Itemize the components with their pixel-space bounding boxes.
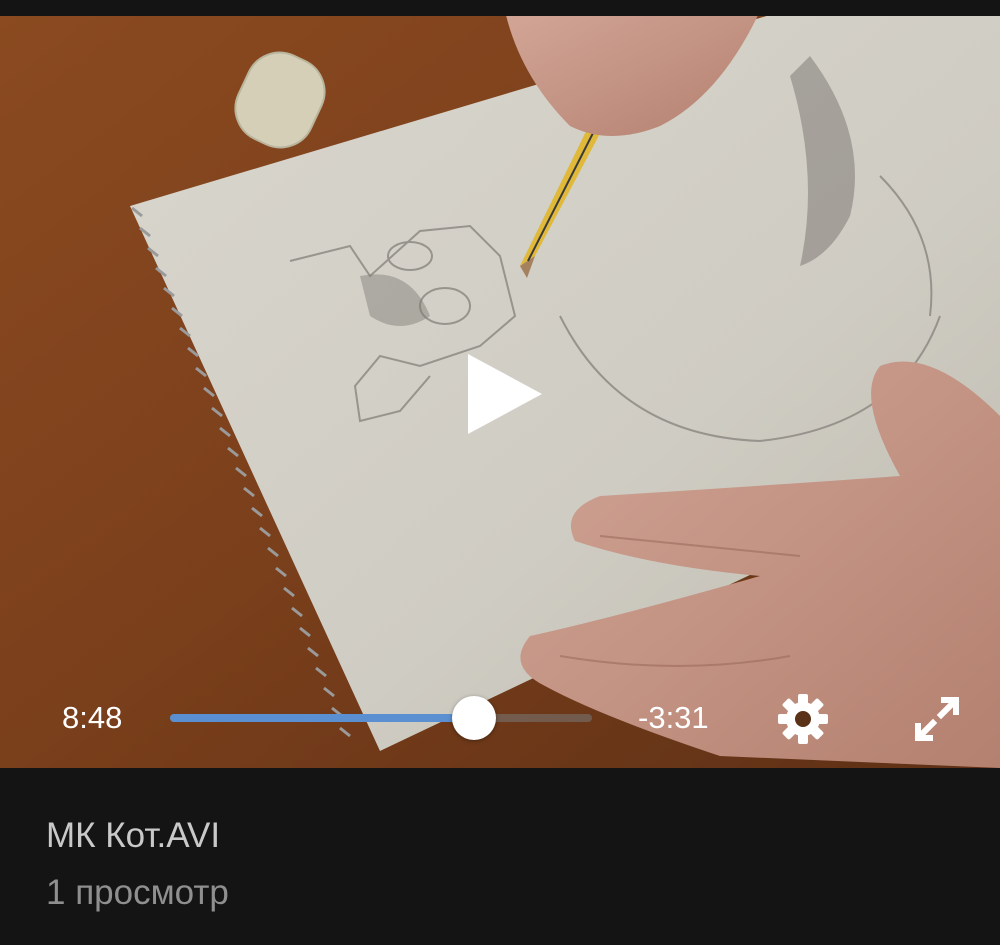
play-button[interactable] (458, 348, 548, 440)
video-title[interactable]: МК Кот.AVI (46, 816, 220, 856)
progress-fill (170, 714, 474, 722)
video-info: МК Кот.AVI 1 просмотр (0, 768, 1000, 945)
video-player[interactable]: 8:48 -3:31 (0, 16, 1000, 768)
progress-bar[interactable] (170, 696, 592, 740)
progress-thumb[interactable] (451, 696, 496, 740)
player-controls: 8:48 -3:31 (0, 666, 1000, 766)
fullscreen-button[interactable] (912, 694, 962, 744)
gear-icon (778, 694, 828, 744)
top-bar (0, 0, 1000, 16)
remaining-time: -3:31 (638, 700, 709, 735)
elapsed-time: 8:48 (62, 700, 123, 735)
fullscreen-expand-icon (914, 696, 960, 742)
settings-button[interactable] (774, 690, 832, 748)
play-icon (468, 354, 542, 434)
view-count: 1 просмотр (46, 873, 229, 912)
